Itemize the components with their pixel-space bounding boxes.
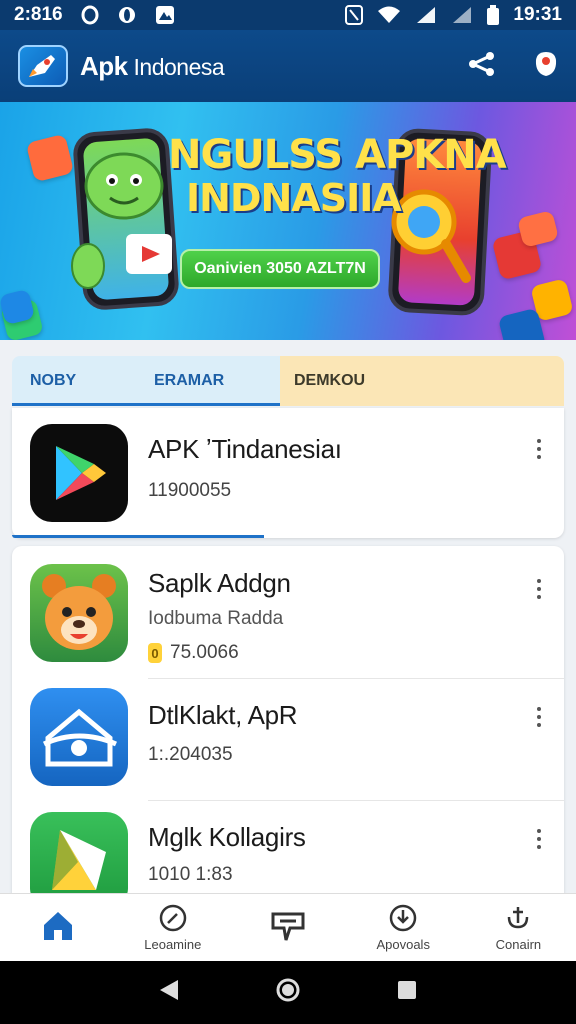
rocket-icon <box>29 55 55 77</box>
promo-banner[interactable]: NGULSS APKNA INDNASIIA Oanivien 3050 AZL… <box>0 102 576 340</box>
profile-button[interactable] <box>534 50 558 83</box>
nav-label: Leoamine <box>144 937 202 952</box>
app-icon-lion <box>30 564 128 662</box>
back-icon <box>159 980 178 1000</box>
message-icon <box>271 912 305 940</box>
home-circle-icon <box>276 978 300 1002</box>
banner-cta-button[interactable]: Oanivien 3050 AZLT7N <box>180 249 380 289</box>
system-navigation-bar <box>0 961 576 1024</box>
home-icon <box>43 911 72 940</box>
banner-headline-2: INDNASIIA <box>186 176 402 220</box>
featured-app-card[interactable]: APK ʼTindanesiaı 11900055 <box>12 408 564 538</box>
list-divider <box>148 800 564 801</box>
list-item[interactable]: Mglk Kollagirs 1010 1:83 <box>12 804 564 894</box>
list-item[interactable]: Saplk Addgn Iodbuma Radda 0 75.0066 <box>12 554 564 666</box>
download-icon <box>389 904 417 932</box>
app-logo <box>18 45 68 87</box>
nav-conairn[interactable]: Conairn <box>461 894 576 961</box>
app-title: DtlKlakt, ApR <box>148 700 298 730</box>
app-meta-value: 75.0066 <box>170 642 239 663</box>
share-icon <box>469 51 494 76</box>
app-float-icon <box>516 210 560 248</box>
house-logo-icon <box>42 708 117 767</box>
lion-icon <box>42 574 116 650</box>
app-title: Saplk Addgn <box>148 568 291 598</box>
triangle-logo-icon <box>52 830 106 890</box>
battery-icon <box>487 5 500 25</box>
more-options-button[interactable] <box>532 436 546 462</box>
app-subtitle: Iodbuma Radda <box>148 608 284 629</box>
app-list-card: Saplk Addgn Iodbuma Radda 0 75.0066 DtlK… <box>12 546 564 894</box>
nfc-icon <box>345 5 364 25</box>
tab-label-demkou: DEMKOU <box>294 372 366 389</box>
app-meta: 1010 1:83 <box>148 864 233 885</box>
app-title-brand: Apk <box>80 50 128 81</box>
bottom-navigation: Leoamine Apovoals Conairn <box>0 893 576 961</box>
nav-apovoals[interactable]: Apovoals <box>346 894 461 961</box>
home-system-button[interactable] <box>275 977 301 1008</box>
nav-messages[interactable] <box>230 894 345 961</box>
nav-leoamine[interactable]: Leoamine <box>115 894 230 961</box>
status-time-right: 19:31 <box>513 4 562 25</box>
banner-headline-1: NGULSS APKNA <box>168 132 507 178</box>
opera-icon <box>117 5 137 25</box>
tab-demkou[interactable]: DEMKOU <box>280 356 564 406</box>
more-options-button[interactable] <box>532 576 546 602</box>
app-icon-kollagirs <box>30 812 128 894</box>
signal-icon <box>415 5 437 25</box>
nav-home[interactable] <box>0 894 115 961</box>
app-title-subtitle: Indonesa <box>127 53 225 80</box>
signal-2-icon <box>451 5 473 25</box>
app-meta: 1:.204035 <box>148 744 233 765</box>
coin-badge: 0 <box>148 643 162 663</box>
featured-progress-bar <box>12 535 264 538</box>
notification-icon <box>81 5 99 25</box>
featured-app-icon <box>30 424 128 522</box>
nav-label: Apovoals <box>376 937 430 952</box>
recents-icon <box>398 981 417 999</box>
wifi-icon <box>377 5 401 25</box>
featured-app-meta: 11900055 <box>148 480 232 501</box>
tab-label-eramar: ERAMAR <box>154 372 225 389</box>
recents-button[interactable] <box>396 979 418 1006</box>
more-options-button[interactable] <box>532 826 546 852</box>
play-store-icon <box>56 446 106 500</box>
tab-active-indicator <box>12 403 280 406</box>
app-bar: Apk Indonesa <box>0 30 576 102</box>
gallery-icon <box>155 5 175 25</box>
tab-label-noby: NOBY <box>30 372 77 389</box>
back-button[interactable] <box>158 978 180 1007</box>
list-divider <box>148 678 564 679</box>
tab-bar: NOBY ERAMAR DEMKOU <box>12 356 564 406</box>
status-time-left: 2:816 <box>14 4 63 25</box>
status-bar: 2:816 19:31 <box>0 0 576 30</box>
list-item[interactable]: DtlKlakt, ApR 1:.204035 <box>12 682 564 794</box>
anchor-icon <box>508 907 529 929</box>
share-button[interactable] <box>468 51 496 82</box>
user-icon <box>535 51 557 76</box>
tab-noby-eramar[interactable]: NOBY ERAMAR <box>12 356 280 406</box>
app-title: Mglk Kollagirs <box>148 822 306 852</box>
app-title: Apk Indonesa <box>80 50 225 82</box>
app-meta: 0 75.0066 <box>148 642 239 664</box>
featured-app-title: APK ʼTindanesiaı <box>148 434 342 464</box>
more-options-button[interactable] <box>532 704 546 730</box>
nav-label: Conairn <box>495 937 542 952</box>
compass-icon <box>159 904 187 932</box>
app-icon-ploco <box>30 688 128 786</box>
